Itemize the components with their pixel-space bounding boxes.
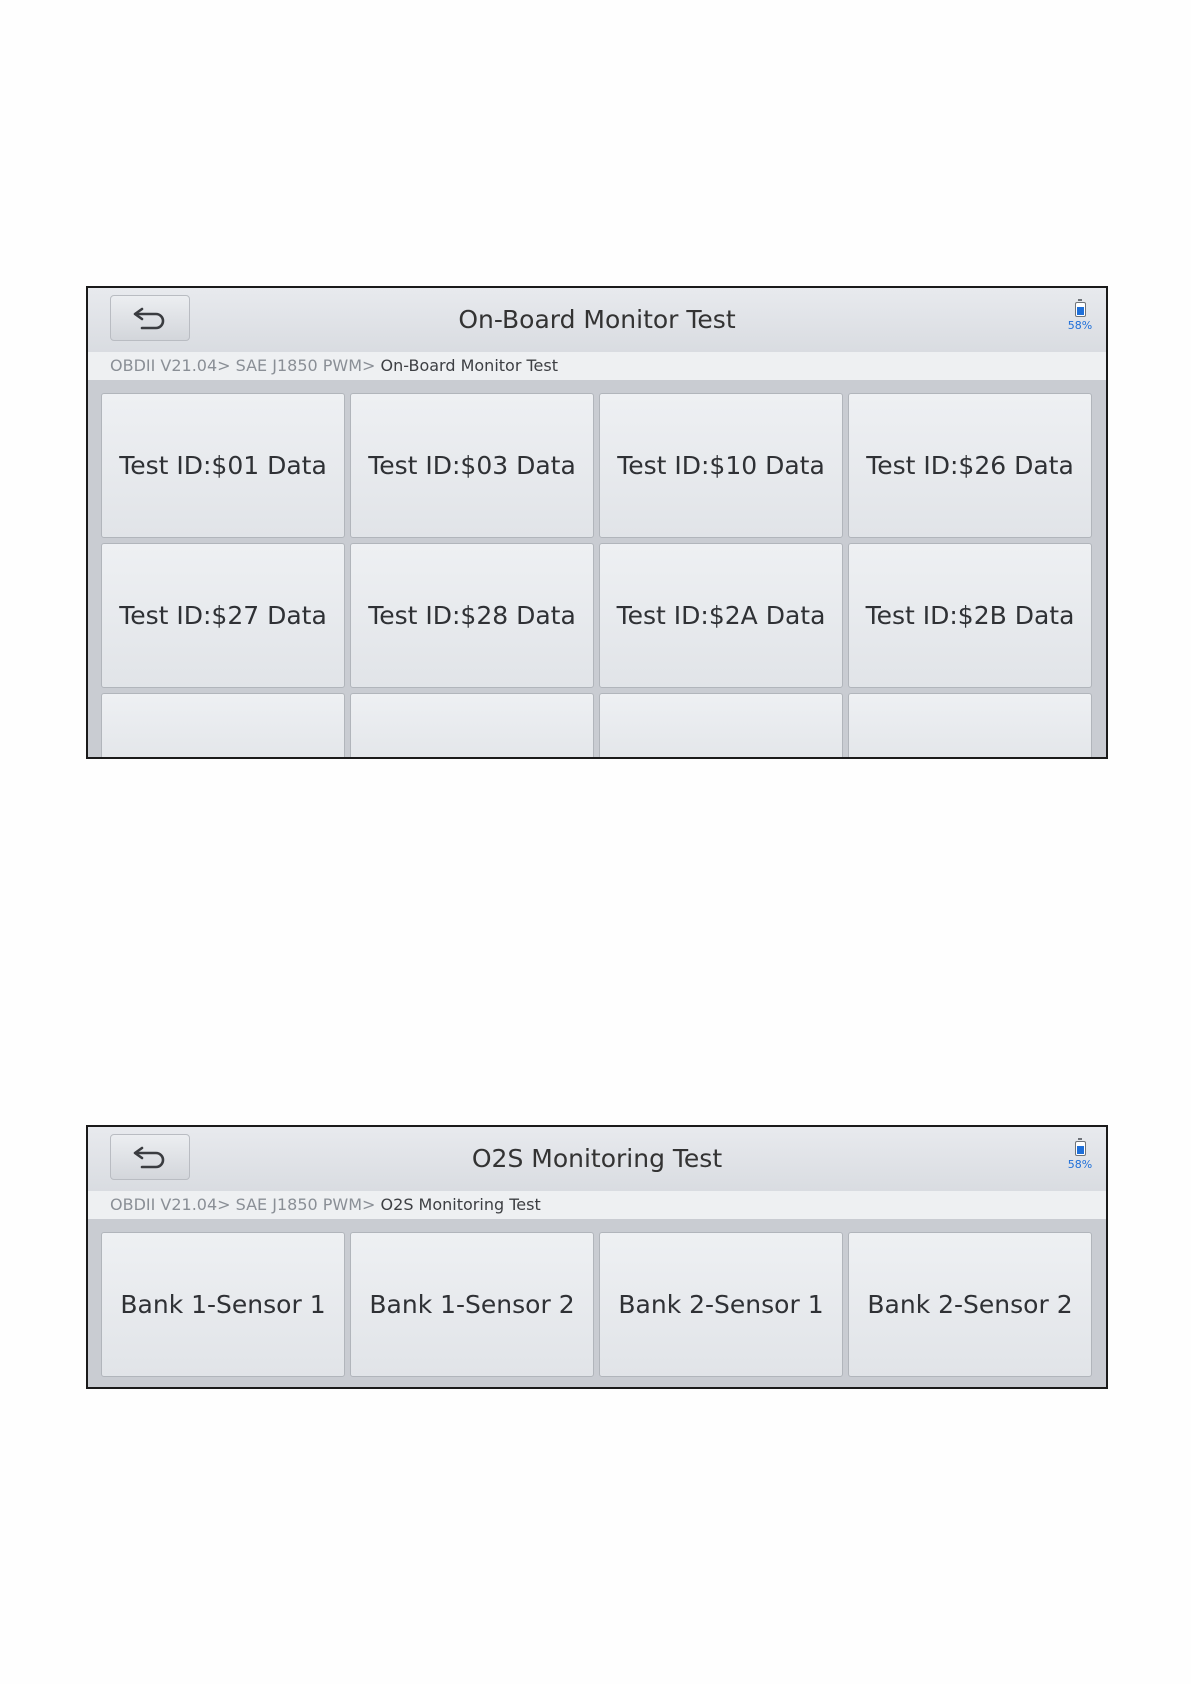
screen-title: O2S Monitoring Test (471, 1144, 723, 1173)
breadcrumb-current: On-Board Monitor Test (375, 356, 558, 375)
test-id-2b-button[interactable]: Test ID:$2B Data (848, 543, 1092, 688)
bank-1-sensor-2-button[interactable]: Bank 1-Sensor 2 (350, 1232, 594, 1377)
back-arrow-icon (133, 1146, 165, 1169)
test-id-03-button[interactable]: Test ID:$03 Data (350, 393, 594, 538)
test-id-26-button[interactable]: Test ID:$26 Data (848, 393, 1092, 538)
battery-indicator: 58% (1060, 299, 1100, 332)
test-id-01-button[interactable]: Test ID:$01 Data (101, 393, 345, 538)
breadcrumb-current: O2S Monitoring Test (375, 1195, 541, 1214)
battery-level: 58% (1067, 1158, 1093, 1171)
o2s-monitoring-test-screen: O2S Monitoring Test 58% OBDII V21.04> SA… (86, 1125, 1108, 1389)
document-page: On-Board Monitor Test 58% OBDII V21.04> … (0, 0, 1191, 1684)
battery-icon (1074, 299, 1086, 317)
screen-title: On-Board Monitor Test (458, 305, 736, 334)
bank-2-sensor-2-button[interactable]: Bank 2-Sensor 2 (848, 1232, 1092, 1377)
battery-level: 58% (1067, 319, 1093, 332)
back-button[interactable] (110, 1134, 190, 1180)
on-board-monitor-test-screen: On-Board Monitor Test 58% OBDII V21.04> … (86, 286, 1108, 759)
test-id-2a-button[interactable]: Test ID:$2A Data (599, 543, 843, 688)
breadcrumb: OBDII V21.04> SAE J1850 PWM> On-Board Mo… (88, 352, 1106, 380)
partial-tile[interactable] (599, 693, 843, 757)
sensor-grid: Bank 1-Sensor 1 Bank 1-Sensor 2 Bank 2-S… (88, 1219, 1106, 1377)
breadcrumb-path: OBDII V21.04> SAE J1850 PWM> (110, 356, 376, 375)
back-arrow-icon (133, 307, 165, 330)
test-id-28-button[interactable]: Test ID:$28 Data (350, 543, 594, 688)
test-id-27-button[interactable]: Test ID:$27 Data (101, 543, 345, 688)
breadcrumb-path: OBDII V21.04> SAE J1850 PWM> (110, 1195, 376, 1214)
partial-tile[interactable] (848, 693, 1092, 757)
battery-icon (1074, 1138, 1086, 1156)
back-button[interactable] (110, 295, 190, 341)
title-bar: O2S Monitoring Test 58% (88, 1127, 1106, 1191)
title-bar: On-Board Monitor Test 58% (88, 288, 1106, 352)
test-id-grid: Test ID:$01 Data Test ID:$03 Data Test I… (88, 380, 1106, 757)
bank-1-sensor-1-button[interactable]: Bank 1-Sensor 1 (101, 1232, 345, 1377)
breadcrumb: OBDII V21.04> SAE J1850 PWM> O2S Monitor… (88, 1191, 1106, 1219)
test-id-10-button[interactable]: Test ID:$10 Data (599, 393, 843, 538)
partial-tile[interactable] (350, 693, 594, 757)
partial-tile[interactable] (101, 693, 345, 757)
bank-2-sensor-1-button[interactable]: Bank 2-Sensor 1 (599, 1232, 843, 1377)
battery-indicator: 58% (1060, 1138, 1100, 1171)
